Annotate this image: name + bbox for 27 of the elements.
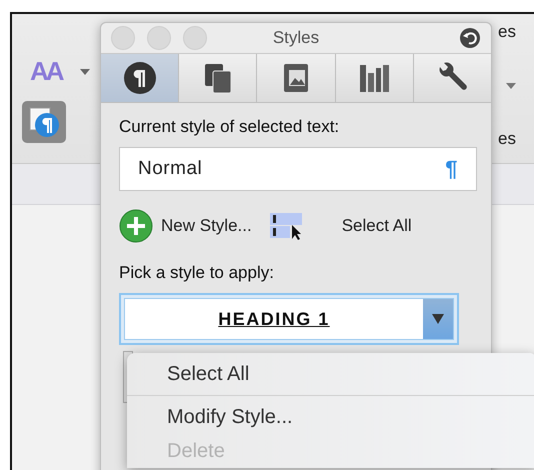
caret-icon	[432, 314, 444, 324]
new-style-button[interactable]: New Style...	[161, 216, 252, 236]
window-title: Styles	[272, 28, 320, 48]
current-style-label: Current style of selected text:	[119, 117, 340, 137]
caret-icon	[506, 82, 516, 88]
toolbox-tab[interactable]	[414, 54, 492, 102]
paragraph-icon	[28, 106, 60, 138]
toolbox-tab[interactable]	[336, 54, 414, 102]
plus-icon[interactable]	[119, 209, 153, 243]
picked-style: HEADING 1	[217, 308, 331, 330]
select-all-icon[interactable]	[270, 211, 304, 241]
styles-pane-button[interactable]	[22, 101, 66, 143]
dropdown-button[interactable]	[423, 299, 453, 339]
style-picker[interactable]: HEADING 1	[119, 293, 459, 345]
current-style-field: Normal ¶	[119, 147, 477, 191]
select-all-button[interactable]: Select All	[342, 216, 412, 236]
toolbox-tab[interactable]	[257, 54, 336, 102]
toolbox-tab[interactable]	[101, 54, 180, 102]
menu-item[interactable]: Modify Style...	[127, 400, 534, 434]
pilcrow-mark: ¶	[445, 156, 458, 182]
toolbox-tab[interactable]	[179, 54, 258, 102]
menu-item[interactable]: Select All	[127, 357, 534, 391]
pick-style-label: Pick a style to apply:	[119, 263, 275, 283]
ribbon-label: es	[498, 129, 516, 149]
caret-icon	[80, 68, 90, 74]
paragraph-icon	[122, 61, 157, 95]
ribbon-label: es	[498, 22, 516, 42]
